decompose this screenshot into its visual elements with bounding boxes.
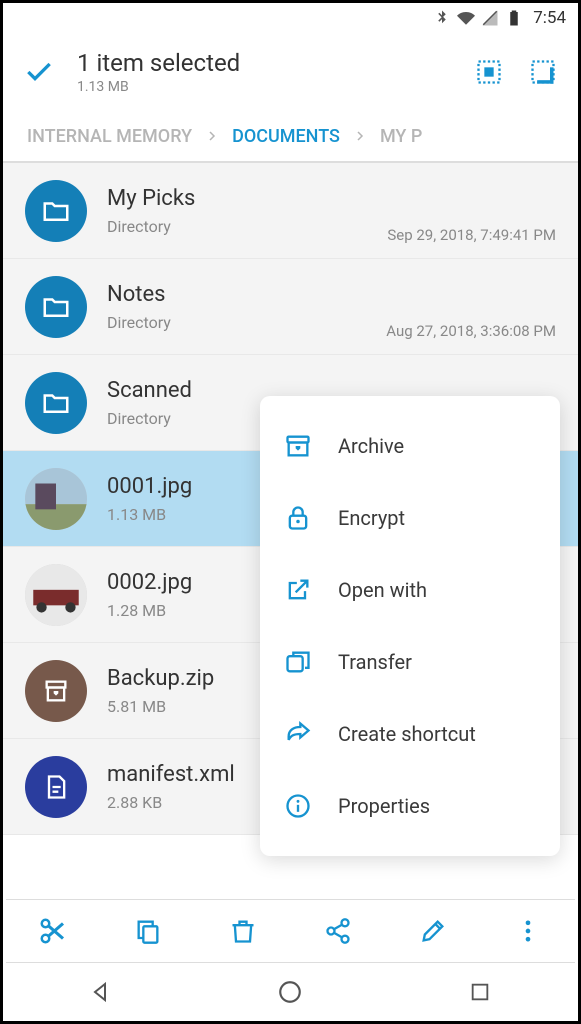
selection-title: 1 item selected [77,49,474,77]
menu-item-openwith[interactable]: Open with [260,554,560,626]
edit-icon [419,917,447,945]
breadcrumb: INTERNAL MEMORY DOCUMENTS MY P [3,111,578,161]
selection-info: 1 item selected 1.13 MB [77,49,474,95]
back-button[interactable] [87,978,115,1006]
confirm-selection-button[interactable] [23,56,55,88]
menu-item-properties[interactable]: Properties [260,770,560,842]
chevron-right-icon [354,130,366,142]
status-time: 7:54 [533,8,566,28]
recents-button[interactable] [466,978,494,1006]
cut-icon [38,916,68,946]
context-menu: Archive Encrypt Open with Transfer Creat… [260,396,560,856]
list-item[interactable]: NotesDirectory Aug 27, 2018, 3:36:08 PM [3,259,578,355]
deselect-icon [529,58,557,86]
more-button[interactable] [508,911,548,951]
folder-icon [25,180,87,242]
archive-icon [284,432,312,460]
open-external-icon [284,576,312,604]
deselect-all-button[interactable] [528,57,558,87]
menu-item-shortcut[interactable]: Create shortcut [260,698,560,770]
menu-item-encrypt[interactable]: Encrypt [260,482,560,554]
list-item[interactable]: My PicksDirectory Sep 29, 2018, 7:49:41 … [3,163,578,259]
home-icon [277,979,303,1005]
more-vert-icon [514,917,542,945]
folder-icon [25,276,87,338]
home-button[interactable] [276,978,304,1006]
file-date: Aug 27, 2018, 3:36:08 PM [386,322,556,340]
menu-item-transfer[interactable]: Transfer [260,626,560,698]
rename-button[interactable] [413,911,453,951]
shortcut-icon [284,720,312,748]
wifi-icon [457,9,475,27]
info-icon [284,792,312,820]
cut-button[interactable] [33,911,73,951]
bottom-toolbar [6,899,575,963]
battery-icon [505,9,523,27]
bluetooth-icon [433,9,451,27]
menu-label: Properties [338,794,430,818]
copy-button[interactable] [128,911,168,951]
file-name: Notes [107,282,556,307]
check-icon [23,56,55,88]
selection-header: 1 item selected 1.13 MB [3,33,578,111]
delete-button[interactable] [223,911,263,951]
file-date: Sep 29, 2018, 7:49:41 PM [387,226,556,244]
breadcrumb-item-documents[interactable]: DOCUMENTS [232,126,340,147]
system-nav-bar [6,963,575,1021]
lock-icon [284,504,312,532]
share-icon [324,917,352,945]
menu-label: Create shortcut [338,722,476,746]
chevron-right-icon [206,130,218,142]
transfer-icon [284,648,312,676]
menu-item-archive[interactable]: Archive [260,410,560,482]
status-bar: 7:54 [3,3,578,33]
copy-icon [134,917,162,945]
folder-icon [25,372,87,434]
select-all-icon [475,58,503,86]
breadcrumb-item-mypicks[interactable]: MY P [380,126,422,147]
file-name: My Picks [107,186,556,211]
menu-label: Encrypt [338,506,405,530]
trash-icon [229,917,257,945]
signal-icon [481,9,499,27]
document-icon [25,756,87,818]
image-thumbnail [25,468,87,530]
recents-icon [469,981,491,1003]
menu-label: Archive [338,434,404,458]
selection-size: 1.13 MB [77,79,474,95]
menu-label: Open with [338,578,427,602]
back-icon [89,980,113,1004]
breadcrumb-item-internal[interactable]: INTERNAL MEMORY [27,126,192,147]
menu-label: Transfer [338,650,412,674]
share-button[interactable] [318,911,358,951]
select-all-button[interactable] [474,57,504,87]
archive-icon [25,660,87,722]
image-thumbnail [25,564,87,626]
